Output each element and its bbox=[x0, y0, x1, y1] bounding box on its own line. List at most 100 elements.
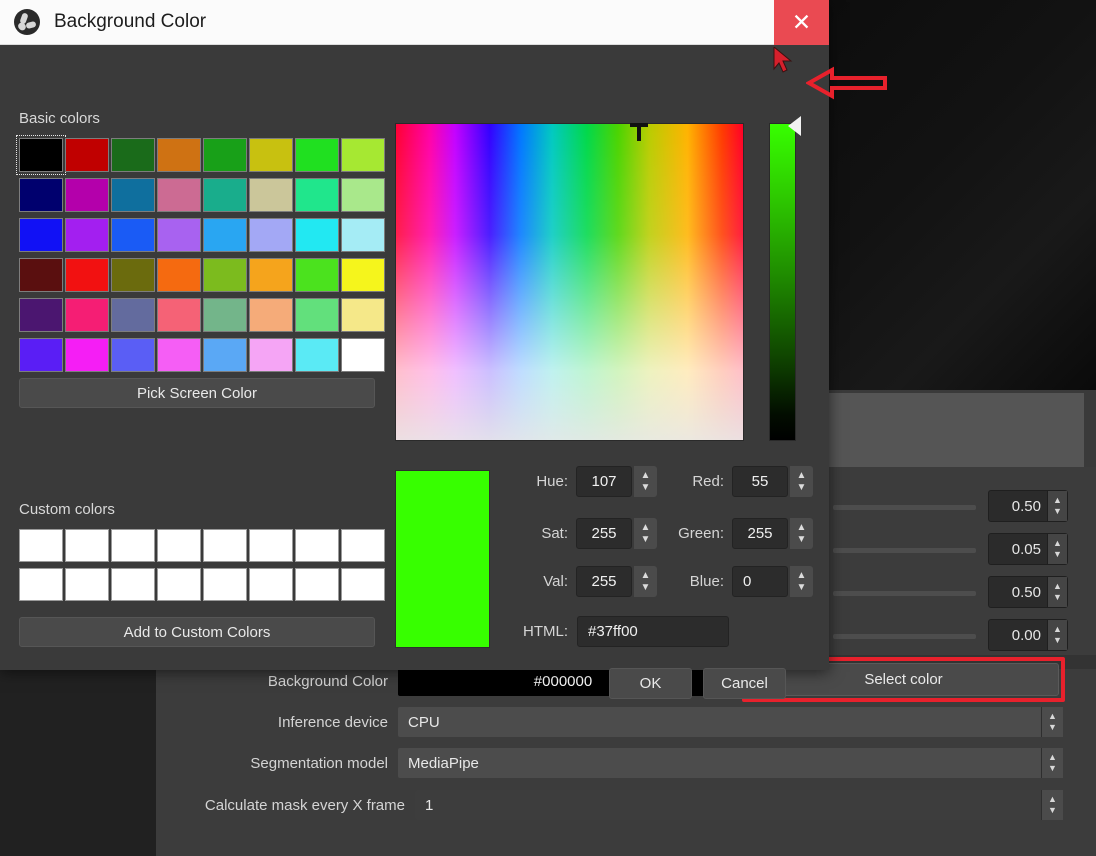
pick-screen-color-button[interactable]: Pick Screen Color bbox=[19, 378, 375, 408]
segmentation-model-spin[interactable]: ▲▼ bbox=[1041, 748, 1063, 778]
slider-track-4[interactable] bbox=[833, 634, 976, 639]
basic-color-swatch[interactable] bbox=[65, 338, 109, 372]
basic-color-swatch[interactable] bbox=[111, 338, 155, 372]
basic-color-swatch[interactable] bbox=[203, 258, 247, 292]
cancel-button[interactable]: Cancel bbox=[703, 668, 786, 699]
hue-input[interactable]: 107 bbox=[576, 466, 632, 497]
add-to-custom-colors-button[interactable]: Add to Custom Colors bbox=[19, 617, 375, 647]
custom-color-swatch[interactable] bbox=[203, 568, 247, 601]
basic-color-swatch[interactable] bbox=[341, 178, 385, 212]
custom-colors-grid[interactable] bbox=[19, 529, 385, 601]
spinbox-4-arrows[interactable]: ▲▼ bbox=[1047, 620, 1067, 650]
basic-color-swatch[interactable] bbox=[249, 338, 293, 372]
basic-color-swatch[interactable] bbox=[111, 258, 155, 292]
basic-color-swatch[interactable] bbox=[295, 298, 339, 332]
spinbox-2-arrows[interactable]: ▲▼ bbox=[1047, 534, 1067, 564]
green-input[interactable]: 255 bbox=[732, 518, 788, 549]
blue-spin[interactable]: ▲▼ bbox=[790, 566, 813, 597]
basic-color-swatch[interactable] bbox=[19, 258, 63, 292]
row-segmentation-model-value[interactable]: MediaPipe bbox=[398, 748, 1043, 778]
basic-color-swatch[interactable] bbox=[19, 138, 63, 172]
basic-color-swatch[interactable] bbox=[157, 138, 201, 172]
custom-color-swatch[interactable] bbox=[65, 529, 109, 562]
basic-color-swatch[interactable] bbox=[111, 298, 155, 332]
spinbox-2[interactable]: 0.05 ▲▼ bbox=[988, 533, 1068, 565]
custom-color-swatch[interactable] bbox=[249, 529, 293, 562]
custom-color-swatch[interactable] bbox=[249, 568, 293, 601]
basic-color-swatch[interactable] bbox=[203, 178, 247, 212]
spinbox-4[interactable]: 0.00 ▲▼ bbox=[988, 619, 1068, 651]
basic-color-swatch[interactable] bbox=[341, 138, 385, 172]
red-spin[interactable]: ▲▼ bbox=[790, 466, 813, 497]
basic-color-swatch[interactable] bbox=[249, 258, 293, 292]
basic-color-swatch[interactable] bbox=[249, 218, 293, 252]
basic-color-swatch[interactable] bbox=[157, 178, 201, 212]
sat-spin[interactable]: ▲▼ bbox=[634, 518, 657, 549]
row-calculate-mask-value[interactable]: 1 bbox=[415, 790, 1043, 820]
custom-color-swatch[interactable] bbox=[157, 529, 201, 562]
basic-color-swatch[interactable] bbox=[249, 298, 293, 332]
custom-color-swatch[interactable] bbox=[295, 568, 339, 601]
green-spin[interactable]: ▲▼ bbox=[790, 518, 813, 549]
custom-color-swatch[interactable] bbox=[295, 529, 339, 562]
sat-input[interactable]: 255 bbox=[576, 518, 632, 549]
basic-color-swatch[interactable] bbox=[65, 138, 109, 172]
basic-color-swatch[interactable] bbox=[111, 178, 155, 212]
custom-color-swatch[interactable] bbox=[341, 529, 385, 562]
basic-color-swatch[interactable] bbox=[65, 178, 109, 212]
basic-color-swatch[interactable] bbox=[295, 178, 339, 212]
hue-spin[interactable]: ▲▼ bbox=[634, 466, 657, 497]
basic-color-swatch[interactable] bbox=[157, 218, 201, 252]
basic-color-swatch[interactable] bbox=[341, 338, 385, 372]
saturation-value-picker[interactable] bbox=[395, 123, 744, 441]
basic-color-swatch[interactable] bbox=[19, 338, 63, 372]
basic-color-swatch[interactable] bbox=[249, 138, 293, 172]
basic-color-swatch[interactable] bbox=[111, 138, 155, 172]
basic-color-swatch[interactable] bbox=[19, 298, 63, 332]
slider-track-1[interactable] bbox=[833, 505, 976, 510]
red-input[interactable]: 55 bbox=[732, 466, 788, 497]
spinbox-1-arrows[interactable]: ▲▼ bbox=[1047, 491, 1067, 521]
ok-button[interactable]: OK bbox=[609, 668, 692, 699]
custom-color-swatch[interactable] bbox=[19, 529, 63, 562]
basic-color-swatch[interactable] bbox=[203, 338, 247, 372]
basic-color-swatch[interactable] bbox=[341, 258, 385, 292]
slider-track-2[interactable] bbox=[833, 548, 976, 553]
basic-color-swatch[interactable] bbox=[249, 178, 293, 212]
basic-color-swatch[interactable] bbox=[295, 138, 339, 172]
basic-color-swatch[interactable] bbox=[341, 218, 385, 252]
value-slider-handle[interactable] bbox=[788, 116, 801, 136]
basic-color-swatch[interactable] bbox=[65, 218, 109, 252]
custom-color-swatch[interactable] bbox=[111, 529, 155, 562]
spinbox-3[interactable]: 0.50 ▲▼ bbox=[988, 576, 1068, 608]
spinbox-3-arrows[interactable]: ▲▼ bbox=[1047, 577, 1067, 607]
basic-color-swatch[interactable] bbox=[157, 258, 201, 292]
blue-input[interactable]: 0 bbox=[732, 566, 788, 597]
basic-color-swatch[interactable] bbox=[157, 298, 201, 332]
basic-color-swatch[interactable] bbox=[19, 178, 63, 212]
basic-color-swatch[interactable] bbox=[341, 298, 385, 332]
basic-color-swatch[interactable] bbox=[203, 218, 247, 252]
basic-colors-grid[interactable] bbox=[19, 138, 385, 372]
custom-color-swatch[interactable] bbox=[157, 568, 201, 601]
basic-color-swatch[interactable] bbox=[203, 138, 247, 172]
spinbox-1[interactable]: 0.50 ▲▼ bbox=[988, 490, 1068, 522]
close-icon[interactable]: ✕ bbox=[774, 0, 829, 45]
basic-color-swatch[interactable] bbox=[157, 338, 201, 372]
custom-color-swatch[interactable] bbox=[203, 529, 247, 562]
row-inference-device-value[interactable]: CPU bbox=[398, 707, 1043, 737]
custom-color-swatch[interactable] bbox=[65, 568, 109, 601]
val-input[interactable]: 255 bbox=[576, 566, 632, 597]
basic-color-swatch[interactable] bbox=[203, 298, 247, 332]
val-spin[interactable]: ▲▼ bbox=[634, 566, 657, 597]
basic-color-swatch[interactable] bbox=[65, 258, 109, 292]
custom-color-swatch[interactable] bbox=[19, 568, 63, 601]
basic-color-swatch[interactable] bbox=[111, 218, 155, 252]
basic-color-swatch[interactable] bbox=[295, 258, 339, 292]
slider-track-3[interactable] bbox=[833, 591, 976, 596]
basic-color-swatch[interactable] bbox=[19, 218, 63, 252]
value-slider[interactable] bbox=[769, 123, 796, 441]
inference-device-spin[interactable]: ▲▼ bbox=[1041, 707, 1063, 737]
custom-color-swatch[interactable] bbox=[341, 568, 385, 601]
basic-color-swatch[interactable] bbox=[295, 338, 339, 372]
